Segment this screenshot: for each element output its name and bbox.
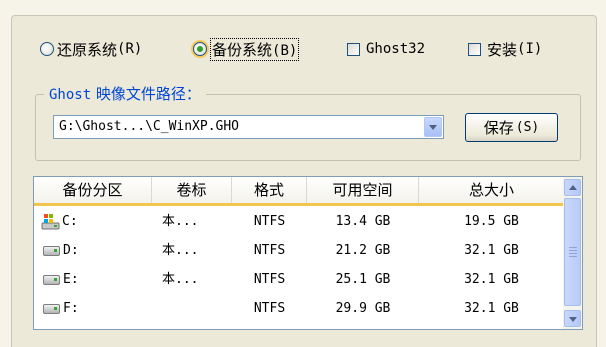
total-size-cell: 32.1 GB (464, 272, 519, 287)
format-cell: NTFS (253, 243, 286, 258)
backup-system-hotkey: (B) (272, 42, 298, 59)
partition-list-header: 备份分区 卷标 格式 可用空间 总大小 (34, 177, 564, 206)
backup-system-focus: 备份系统(B) (210, 37, 300, 61)
install-label: 安装 (487, 40, 518, 59)
partition-cell: E: (34, 265, 152, 294)
scroll-up-icon[interactable] (564, 179, 581, 196)
table-row[interactable]: E: 本... NTFS 25.1 GB 32.1 GB (34, 265, 564, 294)
partition-cell: F: (34, 294, 152, 323)
drive-letter: D: (63, 243, 79, 258)
ghost32-label: Ghost32 (366, 41, 426, 57)
grip-line (569, 247, 577, 248)
table-row[interactable]: F: NTFS 29.9 GB 32.1 GB (34, 294, 564, 323)
format-cell: NTFS (253, 301, 286, 316)
drive-letter: F: (63, 301, 79, 316)
grip-line (569, 250, 577, 251)
vertical-scrollbar[interactable] (563, 177, 582, 329)
radio-selected-icon (193, 42, 207, 56)
image-path-value: G:\Ghost...\C_WinXP.GHO (59, 119, 240, 134)
backup-system-radio[interactable]: 备份系统(B) (193, 37, 300, 61)
restore-system-label: 还原系统 (57, 40, 118, 59)
scroll-down-icon[interactable] (564, 310, 581, 327)
ghost32-checkbox[interactable]: Ghost32 (347, 38, 425, 60)
partition-list[interactable]: 备份分区 卷标 格式 可用空间 总大小 C: 本... NTFS 13.4 GB… (33, 176, 583, 330)
image-path-legend: Ghost 映像文件路径： (44, 83, 206, 104)
free-space-cell: 13.4 GB (335, 214, 391, 229)
free-space-cell: 25.1 GB (335, 272, 391, 287)
restore-system-hotkey: (R) (117, 41, 143, 57)
legend-path-text: 映像文件路径： (91, 85, 201, 103)
image-path-combobox[interactable]: G:\Ghost...\C_WinXP.GHO (53, 115, 444, 139)
save-button[interactable]: 保存 (S) (465, 113, 558, 142)
table-row[interactable]: C: 本... NTFS 13.4 GB 19.5 GB (34, 207, 564, 236)
chevron-down-icon[interactable] (424, 117, 442, 137)
hard-drive-icon (43, 245, 60, 256)
grip-line (569, 256, 577, 257)
column-header-total-size[interactable]: 总大小 (419, 177, 564, 203)
free-space-cell: 21.2 GB (335, 243, 391, 258)
volume-label-cell: 本... (162, 272, 199, 287)
volume-label-cell (162, 294, 232, 323)
column-header-format[interactable]: 格式 (232, 177, 307, 203)
backup-system-label: 备份系统 (212, 40, 273, 59)
install-hotkey: (I) (517, 41, 543, 57)
free-space-cell: 29.9 GB (335, 301, 391, 316)
hard-drive-icon (43, 274, 60, 285)
partition-cell: C: (34, 207, 152, 236)
hard-drive-icon (43, 303, 60, 314)
save-button-hotkey: (S) (515, 120, 540, 135)
total-size-cell: 19.5 GB (464, 214, 519, 229)
save-button-label: 保存 (483, 119, 514, 137)
format-cell: NTFS (253, 272, 286, 287)
legend-ghost-text: Ghost (49, 87, 92, 103)
grip-line (569, 253, 577, 254)
total-size-cell: 32.1 GB (464, 243, 519, 258)
install-checkbox[interactable]: 安装 (I) (468, 38, 542, 60)
table-row[interactable]: D: 本... NTFS 21.2 GB 32.1 GB (34, 236, 564, 265)
format-cell: NTFS (253, 214, 286, 229)
volume-label-cell: 本... (162, 214, 199, 229)
scrollbar-thumb[interactable] (564, 198, 581, 306)
volume-label-cell: 本... (162, 243, 199, 258)
checkbox-icon (347, 42, 360, 56)
system-drive-icon (41, 214, 60, 230)
column-header-volume-label[interactable]: 卷标 (152, 177, 232, 203)
total-size-cell: 32.1 GB (464, 301, 519, 316)
restore-system-radio[interactable]: 还原系统 (R) (40, 38, 142, 60)
column-header-free-space[interactable]: 可用空间 (307, 177, 419, 203)
drive-letter: E: (63, 272, 79, 287)
drive-letter: C: (62, 214, 78, 229)
checkbox-icon (468, 42, 481, 56)
partition-cell: D: (34, 236, 152, 265)
radio-circle-icon (40, 42, 54, 56)
column-header-partition[interactable]: 备份分区 (34, 177, 152, 203)
